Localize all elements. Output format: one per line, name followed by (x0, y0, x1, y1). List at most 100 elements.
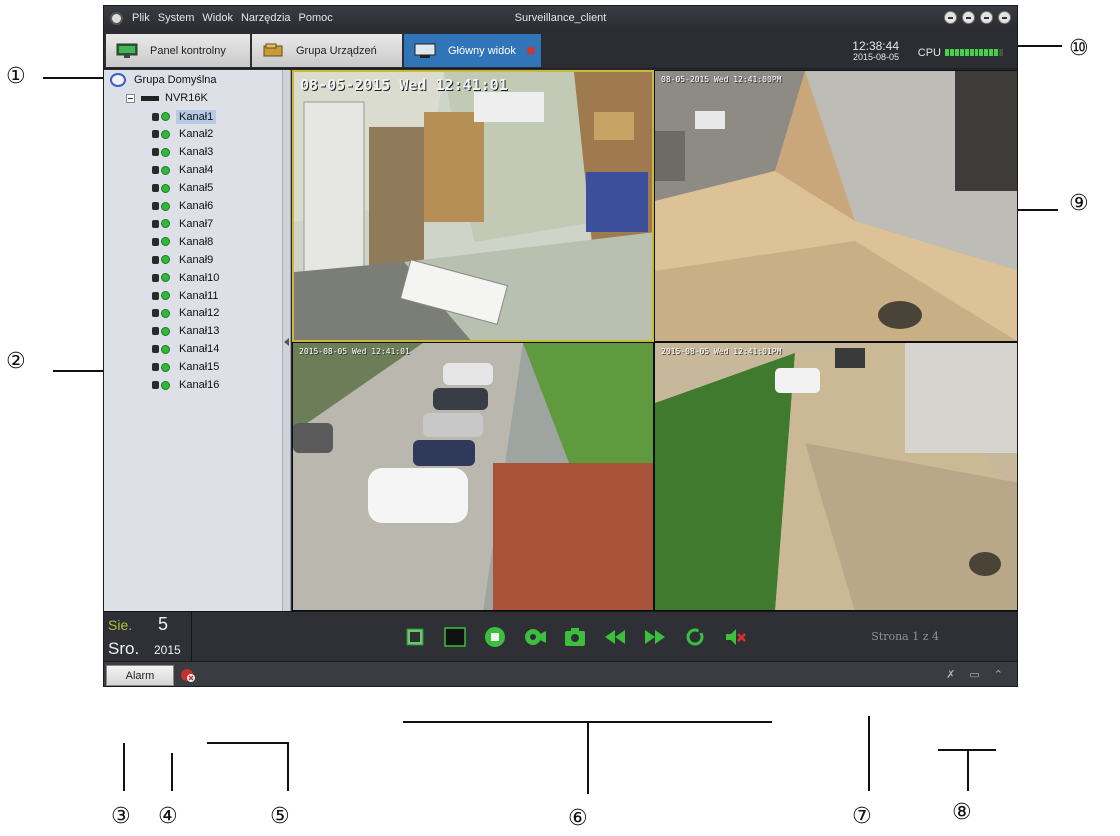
channel-item[interactable]: Kanał1 (152, 108, 217, 125)
channel-item[interactable]: Kanał13 (152, 323, 222, 340)
mute-icon[interactable] (724, 626, 746, 648)
close-icon[interactable] (998, 11, 1011, 24)
camera-view-street (655, 343, 1017, 610)
clock: 12:38:44 2015-08-05 (852, 40, 899, 62)
channel-item[interactable]: Kanał4 (152, 162, 216, 179)
pin-icon[interactable]: ✗ (946, 668, 955, 681)
osd-timestamp: 2015-08-05 Wed 12:41:01 (299, 347, 410, 356)
online-status-icon (161, 326, 170, 336)
fullscreen-icon[interactable] (404, 626, 426, 648)
date-day: 5 (158, 614, 169, 634)
video-tile-4[interactable]: 2015-08-05 Wed 12:41:01PM (654, 342, 1017, 611)
cpu-meter-segment (979, 49, 984, 56)
minimize-icon[interactable] (962, 11, 975, 24)
stage: ① ② ⑩ ⑨ ③ ④ ⑤ ⑥ ⑦ ⑧ Plik System Widok Na… (0, 0, 1120, 836)
online-status-icon (161, 308, 170, 318)
callout-1: ① (6, 64, 26, 89)
channel-item[interactable]: Kanał12 (152, 305, 222, 322)
lock-icon[interactable] (944, 11, 957, 24)
channel-item[interactable]: Kanał14 (152, 341, 222, 358)
alarm-button[interactable]: Alarm (106, 665, 174, 686)
leader-line-5a (207, 742, 289, 744)
panel-splitter[interactable] (283, 70, 291, 611)
camera-icon (152, 130, 159, 139)
channel-item[interactable]: Kanał10 (152, 269, 222, 286)
tab-glowny-widok[interactable]: Główny widok ✖ (404, 34, 541, 67)
online-status-icon (161, 344, 170, 354)
stop-icon[interactable] (484, 626, 506, 648)
leader-line-7 (868, 716, 870, 791)
video-tile-1[interactable]: 08-05-2015 Wed 12:41:01 (292, 70, 654, 342)
collapse-up-icon[interactable]: ⌃ (994, 668, 1003, 681)
video-tile-3[interactable]: 2015-08-05 Wed 12:41:01 (292, 342, 654, 611)
previous-page-icon[interactable] (604, 626, 626, 648)
channel-item[interactable]: Kanał5 (152, 180, 216, 197)
callout-9: ⑨ (1069, 191, 1089, 216)
channel-label: Kanał6 (179, 200, 214, 212)
window-title: Surveillance_client (514, 12, 607, 24)
cpu-meter-segment (994, 49, 999, 56)
channel-label: Kanał8 (179, 235, 214, 248)
next-page-icon[interactable] (644, 626, 666, 648)
channel-item[interactable]: Kanał15 (152, 359, 222, 376)
tree-root-group[interactable]: Grupa Domyślna (110, 72, 217, 88)
camera-icon (152, 381, 159, 389)
channel-item[interactable]: Kanał11 (152, 287, 222, 304)
tab-grupa-urzadzen[interactable]: Grupa Urządzeń (252, 34, 402, 67)
leader-line-6b (587, 721, 589, 794)
channel-label: Kanał13 (179, 325, 220, 338)
nvr-icon (141, 95, 159, 101)
camera-view-building (655, 71, 1017, 341)
snapshot-icon[interactable] (564, 626, 586, 648)
callout-2: ② (6, 349, 26, 374)
tree-device-nvr[interactable]: NVR16K (126, 90, 208, 106)
channel-item[interactable]: Kanał8 (152, 233, 216, 250)
camera-icon (152, 202, 159, 210)
camera-icon (152, 184, 159, 193)
camera-icon (152, 273, 159, 282)
online-status-icon (161, 147, 170, 157)
online-status-icon (161, 219, 170, 229)
date-display: Sie. 5 Sro. 2015 (104, 612, 192, 662)
clock-time: 12:38:44 (852, 39, 899, 53)
camera-view-parking (293, 343, 653, 610)
channel-item[interactable]: Kanał7 (152, 215, 216, 232)
camera-icon (152, 291, 159, 300)
camera-icon (152, 309, 159, 318)
osd-timestamp: 08-05-2015 Wed 12:41:01 (300, 76, 508, 94)
tab-panel-kontrolny[interactable]: Panel kontrolny (106, 34, 250, 67)
osd-timestamp: 08-05-2015 Wed 12:41:00PM (661, 75, 782, 84)
collapse-icon[interactable] (126, 93, 135, 103)
window-controls (944, 11, 1011, 24)
channel-label: Kanał10 (179, 271, 220, 284)
tree-device-label: NVR16K (165, 92, 208, 104)
callout-7: ⑦ (852, 804, 872, 829)
channel-item[interactable]: Kanał2 (152, 126, 216, 143)
alarm-off-icon[interactable] (180, 667, 196, 683)
alarm-label: Alarm (125, 669, 155, 682)
camera-icon (152, 148, 159, 157)
channel-item[interactable]: Kanał3 (152, 144, 216, 161)
channel-item[interactable]: Kanał6 (152, 198, 216, 215)
video-tile-2[interactable]: 08-05-2015 Wed 12:41:00PM (654, 70, 1017, 342)
video-grid: 08-05-2015 Wed 12:41:01 08-05-2015 Wed 1… (292, 70, 1017, 611)
leader-line-5b (287, 742, 289, 791)
channel-label: Kanał5 (179, 182, 214, 195)
tab-label: Główny widok (448, 44, 516, 57)
online-status-icon (161, 273, 170, 283)
single-view-icon[interactable] (444, 626, 466, 648)
maximize-icon[interactable] (980, 11, 993, 24)
monitor-icon (116, 43, 138, 58)
channel-item[interactable]: Kanał9 (152, 251, 216, 268)
record-icon[interactable] (524, 626, 546, 648)
online-status-icon (161, 362, 170, 372)
channel-item[interactable]: Kanał16 (152, 377, 222, 394)
channel-label: Kanał12 (179, 307, 220, 320)
window-icon[interactable]: ▭ (969, 668, 979, 681)
collapse-arrow-icon[interactable] (284, 338, 289, 346)
tab-close-icon[interactable]: ✖ (526, 44, 536, 58)
status-bar-tools: ✗ ▭ ⌃ (946, 668, 1003, 681)
callout-5: ⑤ (270, 804, 290, 829)
cycle-icon[interactable] (684, 626, 706, 648)
cpu-label: CPU (917, 47, 941, 59)
